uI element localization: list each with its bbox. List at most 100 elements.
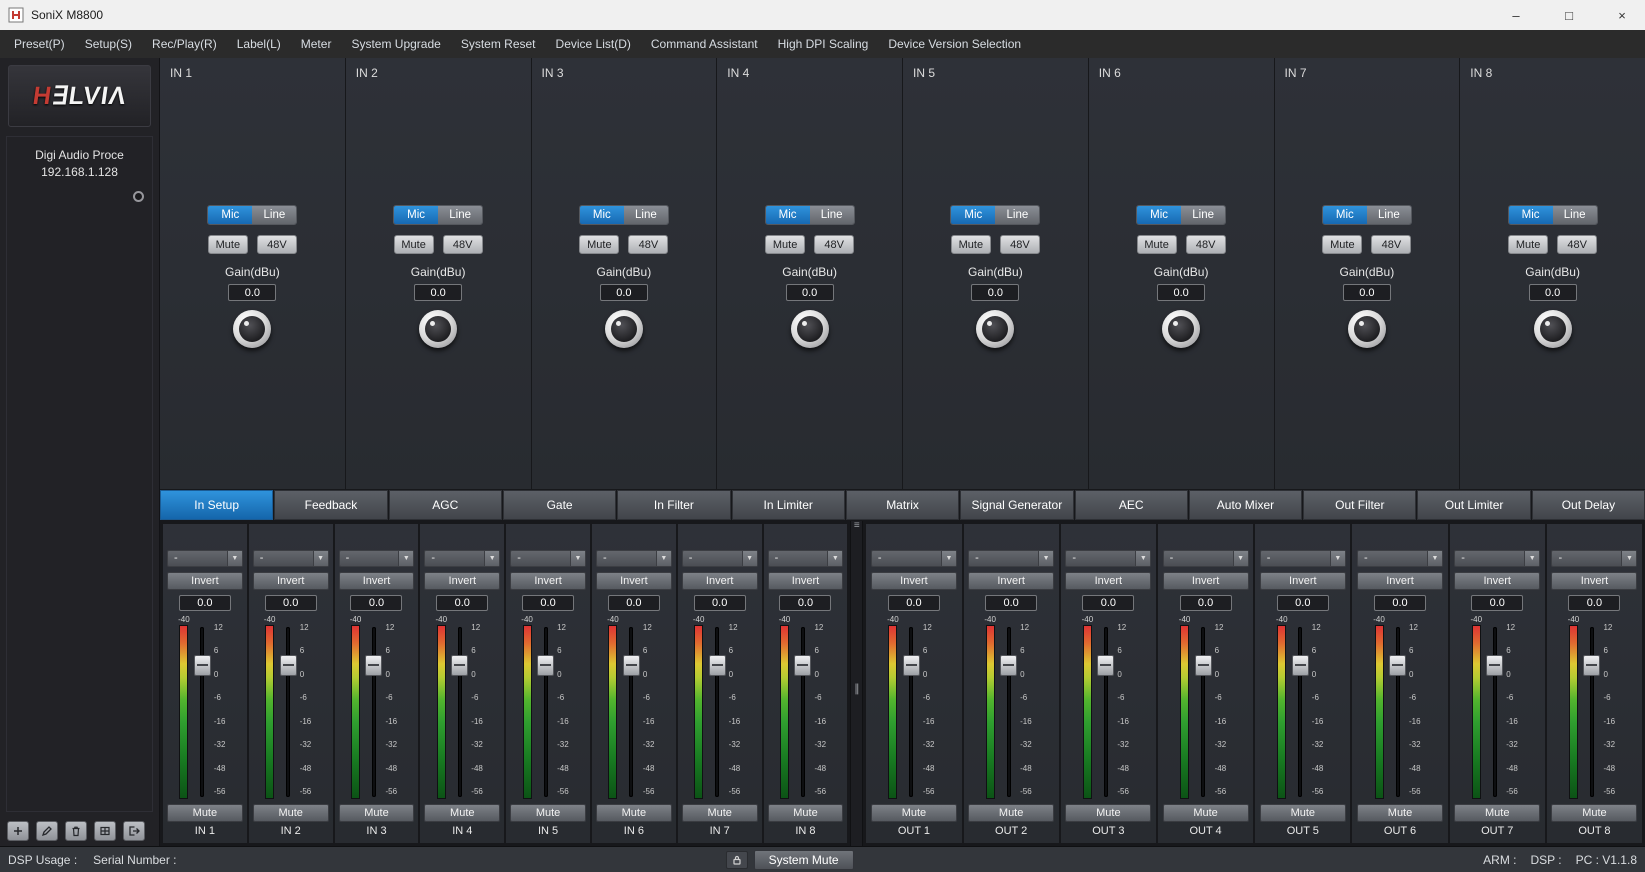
line-button[interactable]: Line: [1553, 206, 1597, 224]
level-value-field[interactable]: 0.0: [265, 595, 317, 611]
gain-value-field[interactable]: 0.0: [786, 284, 834, 301]
fader-handle[interactable]: [1292, 655, 1309, 676]
route-select[interactable]: - ▼: [1551, 550, 1637, 567]
route-select[interactable]: - ▼: [768, 550, 844, 567]
fader-handle[interactable]: [1583, 655, 1600, 676]
mic-button[interactable]: Mic: [394, 206, 438, 224]
level-value-field[interactable]: 0.0: [350, 595, 402, 611]
gain-value-field[interactable]: 0.0: [1343, 284, 1391, 301]
tab-out-limiter[interactable]: Out Limiter: [1417, 490, 1530, 520]
fader[interactable]: [623, 625, 640, 799]
level-value-field[interactable]: 0.0: [1277, 595, 1329, 611]
gain-knob[interactable]: [1534, 310, 1572, 348]
gain-knob[interactable]: [233, 310, 271, 348]
dropdown-arrow-icon[interactable]: ▼: [941, 551, 956, 566]
tab-in-setup[interactable]: In Setup: [160, 490, 273, 520]
mute-button[interactable]: Mute: [765, 235, 805, 254]
invert-button[interactable]: Invert: [339, 572, 415, 590]
line-button[interactable]: Line: [438, 206, 482, 224]
fader[interactable]: [280, 625, 297, 799]
fader-handle[interactable]: [1097, 655, 1114, 676]
fader[interactable]: [903, 625, 920, 799]
fader[interactable]: [194, 625, 211, 799]
dropdown-arrow-icon[interactable]: ▼: [1038, 551, 1053, 566]
gain-knob[interactable]: [791, 310, 829, 348]
fader-handle[interactable]: [451, 655, 468, 676]
mute-button[interactable]: Mute: [339, 804, 415, 822]
tab-feedback[interactable]: Feedback: [274, 490, 387, 520]
level-value-field[interactable]: 0.0: [1471, 595, 1523, 611]
close-button[interactable]: ×: [1599, 0, 1645, 30]
dropdown-arrow-icon[interactable]: ▼: [484, 551, 499, 566]
export-button[interactable]: [123, 821, 145, 841]
phantom-48v-button[interactable]: 48V: [1557, 235, 1597, 254]
gain-knob[interactable]: [605, 310, 643, 348]
level-value-field[interactable]: 0.0: [1180, 595, 1232, 611]
tab-out-filter[interactable]: Out Filter: [1303, 490, 1416, 520]
route-select[interactable]: - ▼: [968, 550, 1054, 567]
mute-button[interactable]: Mute: [968, 804, 1054, 822]
gain-value-field[interactable]: 0.0: [1157, 284, 1205, 301]
dropdown-arrow-icon[interactable]: ▼: [313, 551, 328, 566]
invert-button[interactable]: Invert: [682, 572, 758, 590]
device-grid-button[interactable]: [94, 821, 116, 841]
mute-button[interactable]: Mute: [951, 235, 991, 254]
device-entry[interactable]: Digi Audio Proce 192.168.1.128: [7, 145, 152, 185]
menu-item-command-assistant[interactable]: Command Assistant: [641, 30, 768, 58]
invert-button[interactable]: Invert: [1065, 572, 1151, 590]
line-button[interactable]: Line: [995, 206, 1039, 224]
phantom-48v-button[interactable]: 48V: [443, 235, 483, 254]
mute-button[interactable]: Mute: [1508, 235, 1548, 254]
gain-value-field[interactable]: 0.0: [600, 284, 648, 301]
mute-button[interactable]: Mute: [1260, 804, 1346, 822]
gain-knob[interactable]: [1348, 310, 1386, 348]
tab-in-filter[interactable]: In Filter: [617, 490, 730, 520]
invert-button[interactable]: Invert: [968, 572, 1054, 590]
mic-button[interactable]: Mic: [1323, 206, 1367, 224]
phantom-48v-button[interactable]: 48V: [1000, 235, 1040, 254]
fader[interactable]: [1486, 625, 1503, 799]
gain-value-field[interactable]: 0.0: [228, 284, 276, 301]
mute-button[interactable]: Mute: [682, 804, 758, 822]
mic-button[interactable]: Mic: [951, 206, 995, 224]
fader[interactable]: [537, 625, 554, 799]
fader[interactable]: [794, 625, 811, 799]
gain-knob[interactable]: [976, 310, 1014, 348]
route-select[interactable]: - ▼: [596, 550, 672, 567]
mute-button[interactable]: Mute: [1137, 235, 1177, 254]
menu-item-device-version-selection[interactable]: Device Version Selection: [878, 30, 1031, 58]
fader[interactable]: [1097, 625, 1114, 799]
gain-knob[interactable]: [1162, 310, 1200, 348]
menu-item-high-dpi-scaling[interactable]: High DPI Scaling: [768, 30, 879, 58]
menu-item-rec-play-r[interactable]: Rec/Play(R): [142, 30, 227, 58]
route-select[interactable]: - ▼: [424, 550, 500, 567]
gain-value-field[interactable]: 0.0: [971, 284, 1019, 301]
menu-item-setup-s[interactable]: Setup(S): [75, 30, 142, 58]
mute-button[interactable]: Mute: [1357, 804, 1443, 822]
mute-button[interactable]: Mute: [394, 235, 434, 254]
dropdown-arrow-icon[interactable]: ▼: [570, 551, 585, 566]
route-select[interactable]: - ▼: [1357, 550, 1443, 567]
route-select[interactable]: - ▼: [1163, 550, 1249, 567]
dropdown-arrow-icon[interactable]: ▼: [1135, 551, 1150, 566]
mute-button[interactable]: Mute: [167, 804, 243, 822]
dropdown-arrow-icon[interactable]: ▼: [1621, 551, 1636, 566]
panel-splitter[interactable]: ≡ ∥: [850, 521, 863, 846]
phantom-48v-button[interactable]: 48V: [814, 235, 854, 254]
phantom-48v-button[interactable]: 48V: [628, 235, 668, 254]
invert-button[interactable]: Invert: [871, 572, 957, 590]
fader[interactable]: [709, 625, 726, 799]
fader[interactable]: [451, 625, 468, 799]
gain-knob[interactable]: [419, 310, 457, 348]
fader-handle[interactable]: [623, 655, 640, 676]
mute-button[interactable]: Mute: [871, 804, 957, 822]
tab-out-delay[interactable]: Out Delay: [1532, 490, 1645, 520]
tab-gate[interactable]: Gate: [503, 490, 616, 520]
level-value-field[interactable]: 0.0: [1082, 595, 1134, 611]
mute-button[interactable]: Mute: [1065, 804, 1151, 822]
system-mute-button[interactable]: System Mute: [754, 850, 854, 870]
menu-item-preset-p[interactable]: Preset(P): [4, 30, 75, 58]
route-select[interactable]: - ▼: [682, 550, 758, 567]
fader[interactable]: [1195, 625, 1212, 799]
line-button[interactable]: Line: [1367, 206, 1411, 224]
